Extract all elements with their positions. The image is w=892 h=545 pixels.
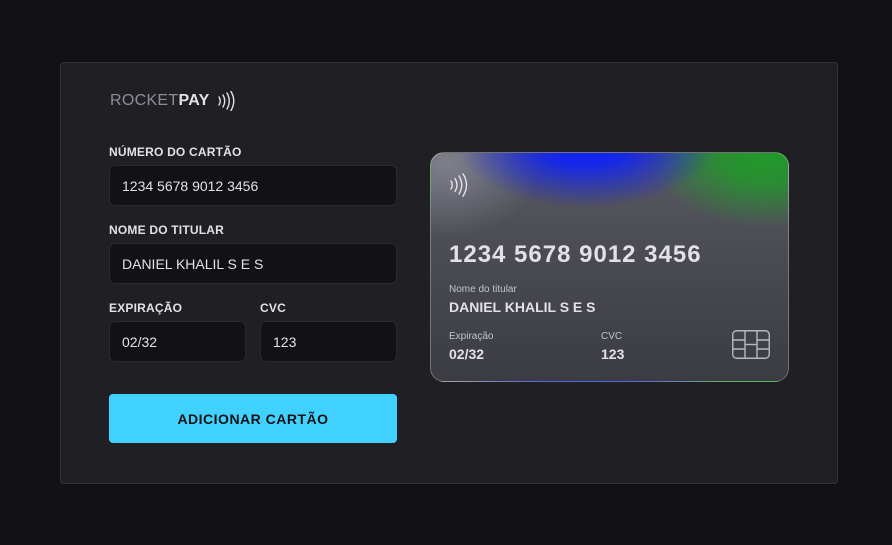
card-preview-cvc-label: CVC — [601, 331, 623, 342]
payment-panel: ROCKET PAY NÚMERO DO CARTÃO NOME DO TITU… — [60, 62, 838, 484]
card-preview-cvc-value: 123 — [601, 346, 625, 362]
holder-name-label: NOME DO TITULAR — [109, 223, 224, 237]
card-preview-holder-label: Nome do titular — [449, 284, 517, 295]
contactless-icon — [217, 91, 235, 111]
holder-name-input[interactable] — [109, 243, 397, 284]
card-preview-expiration-value: 02/32 — [449, 346, 485, 362]
contactless-icon — [450, 173, 468, 197]
card-preview-expiration-label: Expiração — [449, 331, 494, 342]
logo-rocket-text: ROCKET — [110, 92, 179, 109]
expiration-label: EXPIRAÇÃO — [109, 301, 183, 315]
add-card-button[interactable]: ADICIONAR CARTÃO — [109, 394, 397, 443]
card-number-label: NÚMERO DO CARTÃO — [109, 145, 242, 159]
cvc-input[interactable] — [260, 321, 397, 362]
card-number-input[interactable] — [109, 165, 397, 206]
expiration-input[interactable] — [109, 321, 246, 362]
chip-icon — [732, 330, 770, 359]
cvc-label: CVC — [260, 301, 286, 315]
logo-pay-text: PAY — [178, 92, 210, 109]
card-preview-number: 1234 5678 9012 3456 — [449, 241, 702, 268]
card-preview-holder-value: DANIEL KHALIL S E S — [449, 299, 596, 315]
rocketpay-logo: ROCKET PAY — [110, 91, 235, 111]
card-preview: 1234 5678 9012 3456 Nome do titular DANI… — [430, 152, 789, 382]
